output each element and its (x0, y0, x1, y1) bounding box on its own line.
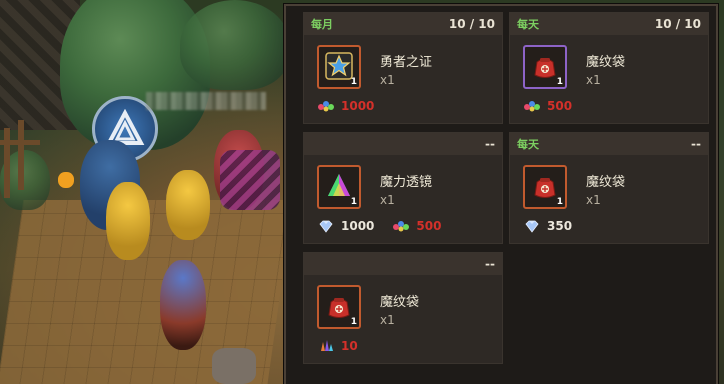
shop-card[interactable]: 每天 -- 1 魔纹袋 x1 350 (509, 132, 709, 244)
item-count: x1 (586, 73, 601, 87)
item-name: 魔纹袋 (586, 55, 626, 70)
item-count: x1 (586, 193, 601, 207)
shop-panel: 每月 10 / 10 1 勇者之证 x1 1000 每天 10 / 10 1 魔… (284, 4, 718, 384)
card-header: -- (304, 253, 502, 275)
item-name: 勇者之证 (380, 55, 433, 70)
price-row: 350 (523, 219, 572, 233)
rainbow-gems-icon (393, 221, 410, 232)
rainbow-gems-icon (318, 101, 334, 112)
card-header: 每月 10 / 10 (304, 13, 502, 35)
player-character[interactable] (160, 260, 206, 350)
item-quantity: 1 (556, 77, 563, 87)
refresh-period: 每月 (311, 18, 333, 31)
price-amount: 500 (547, 99, 573, 113)
shop-card[interactable]: -- 1 魔纹袋 x1 10 (303, 252, 503, 364)
price-amount: 350 (547, 219, 573, 233)
card-header: 每天 -- (510, 133, 708, 155)
item-count: x1 (380, 193, 395, 207)
rune-pouch-icon (534, 58, 556, 78)
wooden-fence (18, 120, 24, 190)
item-slot[interactable]: 1 (317, 165, 361, 209)
npc-yellow-hair[interactable] (166, 170, 210, 240)
shop-card[interactable]: -- 1 魔力透镜 x1 1000 500 (303, 132, 503, 244)
purchase-limit: -- (485, 257, 495, 271)
item-count: x1 (380, 313, 395, 327)
purchase-limit: -- (691, 137, 701, 151)
wooden-fence (0, 140, 40, 145)
rune-pouch-icon (328, 298, 350, 318)
item-slot[interactable]: 1 (523, 45, 567, 89)
npc-spiked-weapon (220, 150, 280, 210)
price-row: 1000 (317, 99, 374, 113)
flower-decoration (58, 172, 74, 188)
item-quantity: 1 (556, 197, 563, 207)
star-badge-icon (325, 52, 353, 80)
rainbow-gems-icon (524, 101, 540, 112)
card-header: 每天 10 / 10 (510, 13, 708, 35)
price-amount: 1000 (341, 219, 375, 233)
price-amount: 1000 (341, 99, 375, 113)
refresh-period: 每天 (517, 18, 539, 31)
item-name: 魔纹袋 (586, 175, 626, 190)
item-quantity: 1 (350, 77, 357, 87)
item-quantity: 1 (350, 197, 357, 207)
stone-well (212, 348, 256, 384)
item-slot[interactable]: 1 (317, 285, 361, 329)
price-row: 500 (523, 99, 572, 113)
item-quantity: 1 (350, 317, 357, 327)
item-count: x1 (380, 73, 395, 87)
item-name: 魔纹袋 (380, 295, 420, 310)
rune-pouch-icon (534, 178, 556, 198)
shop-card[interactable]: 每天 10 / 10 1 魔纹袋 x1 500 (509, 12, 709, 124)
prism-icon (328, 174, 350, 196)
blurred-npc-name (146, 92, 266, 110)
refresh-period: 每天 (517, 138, 539, 151)
purchase-limit: 10 / 10 (448, 17, 495, 31)
price-amount: 500 (416, 219, 442, 233)
diamond-icon (319, 220, 333, 233)
item-slot[interactable]: 1 (523, 165, 567, 209)
npc-yellow-hair[interactable] (106, 182, 150, 260)
item-name: 魔力透镜 (380, 175, 433, 190)
shop-card[interactable]: 每月 10 / 10 1 勇者之证 x1 1000 (303, 12, 503, 124)
gem-shards-icon (321, 340, 333, 351)
price-amount: 10 (341, 339, 358, 353)
wooden-fence (4, 128, 10, 198)
bush (180, 0, 290, 90)
diamond-icon (525, 220, 539, 233)
card-header: -- (304, 133, 502, 155)
item-slot[interactable]: 1 (317, 45, 361, 89)
price-row: 10 (317, 339, 358, 353)
price-row: 1000 500 (317, 219, 441, 233)
purchase-limit: -- (485, 137, 495, 151)
purchase-limit: 10 / 10 (654, 17, 701, 31)
